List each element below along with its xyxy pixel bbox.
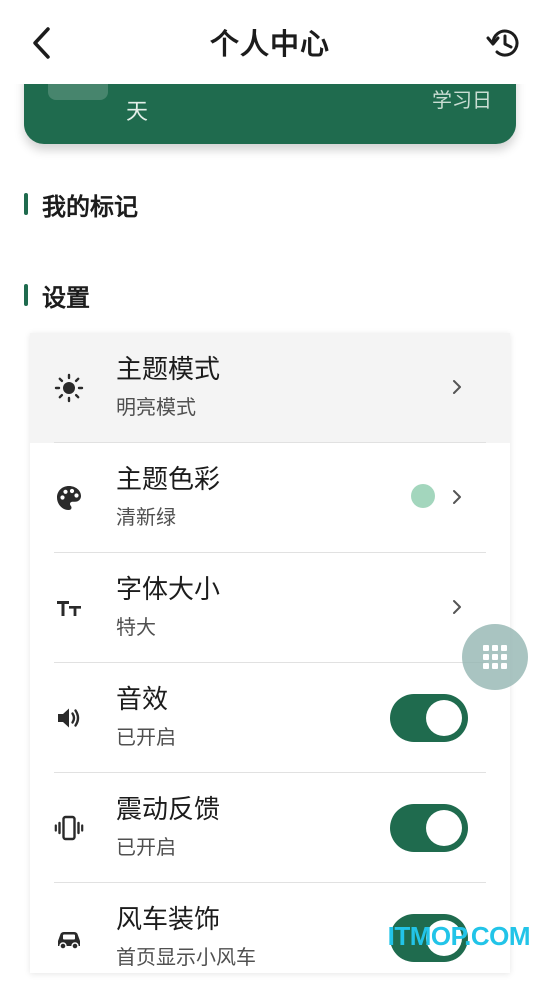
floating-menu-button[interactable] <box>462 624 528 690</box>
setting-theme-color[interactable]: 主题色彩 清新绿 <box>30 443 510 553</box>
page-title: 个人中心 <box>209 27 330 61</box>
section-settings-title: 设置 <box>42 283 90 312</box>
setting-vibration-label: 震动反馈 <box>116 795 221 825</box>
section-accent-bar <box>24 193 28 215</box>
setting-font-size[interactable]: 字体大小 特大 <box>30 553 510 663</box>
palette-icon <box>57 486 81 510</box>
brightness-icon <box>54 373 84 403</box>
chevron-right-icon <box>453 600 461 614</box>
chevron-right-icon <box>453 380 461 394</box>
setting-sound-value: 已开启 <box>116 725 176 749</box>
volume-icon <box>58 708 80 728</box>
settings-card: 主题模式 明亮模式 主题色彩 清新绿 字体大小 特大 音效 已开启 震动反馈 已… <box>30 333 510 973</box>
section-my-marks-title: 我的标记 <box>42 192 138 221</box>
toggle-knob <box>426 700 462 736</box>
chevron-right-icon <box>453 490 461 504</box>
car-icon <box>58 932 80 950</box>
setting-sound: 音效 已开启 <box>30 663 510 773</box>
setting-theme-color-label: 主题色彩 <box>116 465 221 495</box>
setting-theme-mode[interactable]: 主题模式 明亮模式 <box>30 333 510 443</box>
section-accent-bar <box>24 284 28 306</box>
setting-font-size-label: 字体大小 <box>116 575 221 605</box>
setting-windmill-label: 风车装饰 <box>116 905 221 935</box>
vibration-toggle[interactable] <box>390 804 468 852</box>
grid-icon <box>483 645 507 669</box>
text-size-icon <box>57 601 81 616</box>
app-header: 个人中心 <box>0 0 540 84</box>
section-settings: 设置 <box>24 280 90 312</box>
setting-vibration-value: 已开启 <box>116 835 176 859</box>
setting-vibration: 震动反馈 已开启 <box>30 773 510 883</box>
section-my-marks[interactable]: 我的标记 <box>24 189 138 221</box>
setting-font-size-value: 特大 <box>116 615 156 639</box>
setting-theme-color-value: 清新绿 <box>116 505 176 529</box>
watermark: ITMOP.COM <box>387 921 531 951</box>
vibration-icon <box>54 815 84 841</box>
banner-study-label: 学习日 <box>432 88 492 112</box>
setting-theme-mode-value: 明亮模式 <box>116 395 196 419</box>
history-button[interactable] <box>484 24 524 62</box>
setting-windmill-value: 首页显示小风车 <box>116 945 256 969</box>
history-icon <box>486 29 519 57</box>
setting-sound-label: 音效 <box>116 685 169 715</box>
toggle-knob <box>426 810 462 846</box>
theme-color-swatch <box>411 484 435 508</box>
sound-toggle[interactable] <box>390 694 468 742</box>
banner-day-text: 天 <box>126 100 149 125</box>
setting-theme-mode-label: 主题模式 <box>116 355 221 385</box>
